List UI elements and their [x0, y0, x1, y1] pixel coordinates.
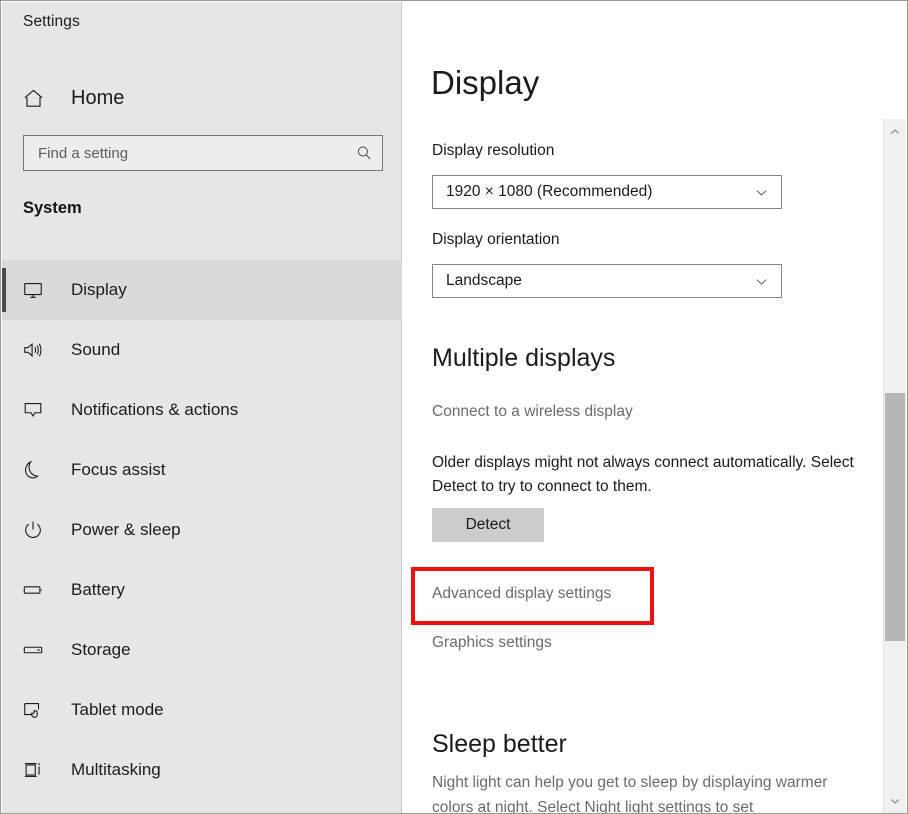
sidebar-item-focus-assist-label: Focus assist: [71, 460, 165, 480]
sidebar-item-sound[interactable]: Sound: [2, 320, 402, 380]
sidebar-item-storage-label: Storage: [71, 640, 131, 660]
sidebar-item-battery[interactable]: Battery: [2, 560, 402, 620]
detect-button[interactable]: Detect: [432, 508, 544, 542]
speaker-icon: [12, 339, 54, 361]
search-icon[interactable]: [346, 144, 382, 162]
orientation-label: Display orientation: [432, 231, 560, 249]
storage-icon: [12, 639, 54, 661]
sidebar-item-display-label: Display: [71, 280, 127, 300]
scrollbar-thumb[interactable]: [885, 393, 905, 641]
sidebar-item-display[interactable]: Display: [2, 260, 402, 320]
power-icon: [12, 519, 54, 541]
search-box[interactable]: [23, 135, 383, 171]
sidebar: Settings Home System: [2, 2, 402, 814]
window-title: Settings: [23, 13, 80, 31]
resolution-label: Display resolution: [432, 142, 554, 160]
sidebar-item-power-sleep[interactable]: Power & sleep: [2, 500, 402, 560]
sidebar-item-multitasking[interactable]: Multitasking: [2, 740, 402, 800]
sleep-better-description: Night light can help you get to sleep by…: [432, 770, 852, 814]
chevron-down-icon: [754, 185, 781, 200]
sidebar-item-notifications[interactable]: Notifications & actions: [2, 380, 402, 440]
orientation-value: Landscape: [433, 272, 522, 290]
moon-icon: [12, 459, 54, 481]
wireless-display-link[interactable]: Connect to a wireless display: [432, 403, 633, 421]
graphics-settings-link[interactable]: Graphics settings: [432, 634, 552, 652]
sidebar-item-tablet-mode-label: Tablet mode: [71, 700, 164, 720]
tablet-mode-icon: [12, 699, 54, 721]
battery-icon: [12, 579, 54, 601]
detect-description: Older displays might not always connect …: [432, 451, 872, 499]
sidebar-nav: Display Sound: [2, 260, 402, 800]
orientation-dropdown[interactable]: Landscape: [432, 264, 782, 298]
scroll-down-arrow-icon[interactable]: [884, 790, 906, 812]
sidebar-item-storage[interactable]: Storage: [2, 620, 402, 680]
sidebar-item-power-sleep-label: Power & sleep: [71, 520, 181, 540]
sidebar-item-sound-label: Sound: [71, 340, 120, 360]
sleep-better-heading: Sleep better: [432, 730, 567, 759]
resolution-dropdown[interactable]: 1920 × 1080 (Recommended): [432, 175, 782, 209]
scroll-up-arrow-icon[interactable]: [884, 121, 906, 143]
content-scrollbar[interactable]: [883, 119, 906, 814]
chevron-down-icon: [754, 274, 781, 289]
sidebar-item-multitasking-label: Multitasking: [71, 760, 161, 780]
sidebar-item-notifications-label: Notifications & actions: [71, 400, 238, 420]
monitor-icon: [12, 279, 54, 301]
sidebar-item-home[interactable]: Home: [12, 76, 392, 120]
multiple-displays-heading: Multiple displays: [432, 344, 615, 373]
main-content: Display Display resolution 1920 × 1080 (…: [403, 2, 908, 814]
home-icon: [12, 87, 54, 110]
settings-window: Settings Home System: [0, 0, 908, 814]
resolution-value: 1920 × 1080 (Recommended): [433, 183, 652, 201]
sidebar-item-home-label: Home: [71, 87, 124, 110]
annotation-highlight-box: [411, 567, 654, 625]
multitasking-icon: [12, 759, 54, 781]
page-title: Display: [431, 64, 539, 102]
search-input[interactable]: [24, 136, 346, 170]
sidebar-item-focus-assist[interactable]: Focus assist: [2, 440, 402, 500]
sidebar-item-battery-label: Battery: [71, 580, 125, 600]
sidebar-section-title: System: [23, 199, 82, 218]
notification-icon: [12, 399, 54, 421]
sidebar-item-tablet-mode[interactable]: Tablet mode: [2, 680, 402, 740]
